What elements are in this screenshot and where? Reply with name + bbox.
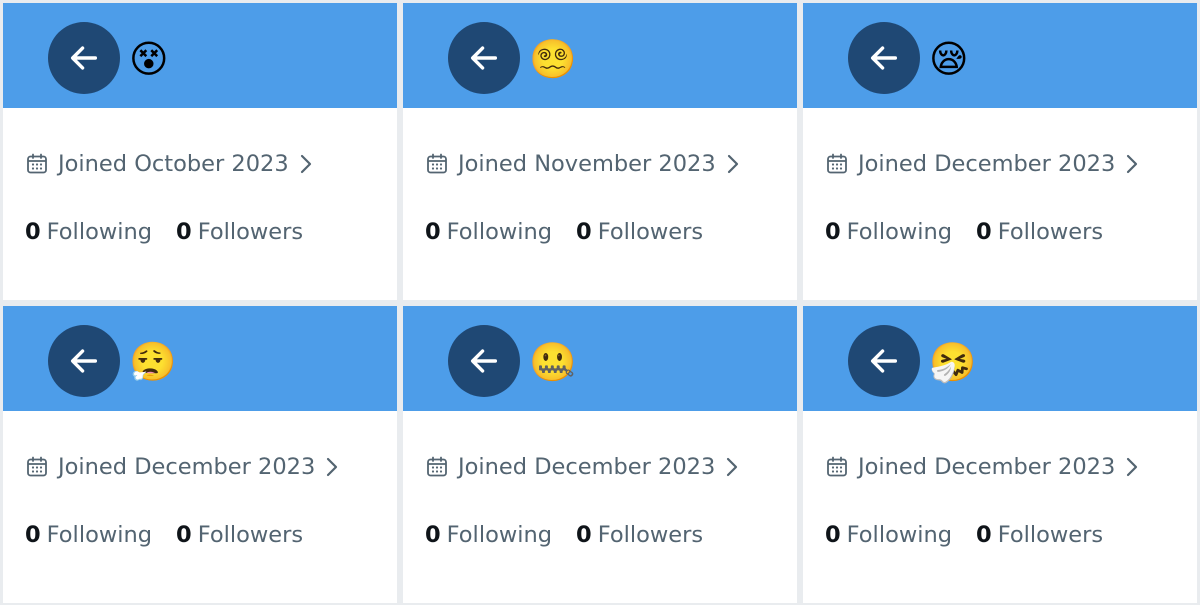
chevron-right-icon [727, 154, 738, 174]
display-name-emoji: 😵 [129, 37, 169, 81]
arrow-left-icon [470, 46, 498, 70]
followers-label: Followers [997, 219, 1104, 245]
followers-link[interactable]: 0 Followers [976, 522, 1103, 548]
followers-count: 0 [976, 219, 992, 245]
joined-date-text: Joined December 2023 [458, 454, 716, 480]
following-count: 0 [825, 219, 841, 245]
back-button[interactable] [448, 325, 520, 397]
follow-stats: 0 Following 0 Followers [425, 219, 703, 245]
joined-date-text: Joined December 2023 [58, 454, 316, 480]
following-link[interactable]: 0 Following [25, 522, 152, 548]
followers-count: 0 [576, 522, 592, 548]
joined-date-text: Joined December 2023 [858, 454, 1116, 480]
joined-date-link[interactable]: Joined December 2023 [825, 454, 1139, 480]
followers-label: Followers [597, 522, 704, 548]
calendar-icon [27, 153, 47, 174]
followers-label: Followers [997, 522, 1104, 548]
followers-count: 0 [976, 522, 992, 548]
followers-label: Followers [597, 219, 704, 245]
following-label: Following [46, 219, 153, 245]
chevron-right-icon [300, 154, 311, 174]
joined-date-text: Joined November 2023 [458, 151, 716, 177]
joined-date-link[interactable]: Joined December 2023 [825, 151, 1139, 177]
arrow-left-icon [870, 46, 898, 70]
profile-card: 😵 Joined October 2023 0 Following 0 Foll… [3, 3, 397, 300]
calendar-icon [27, 456, 47, 477]
profile-card: 🤧 Joined December 2023 0 Following 0 Fol… [803, 306, 1197, 603]
calendar-icon [427, 456, 447, 477]
followers-count: 0 [176, 219, 192, 245]
display-name-emoji: 😪 [929, 37, 969, 81]
following-count: 0 [25, 219, 41, 245]
followers-label: Followers [197, 522, 304, 548]
followers-link[interactable]: 0 Followers [976, 219, 1103, 245]
arrow-left-icon [470, 349, 498, 373]
display-name-emoji: 😵‍💫 [529, 37, 577, 81]
arrow-left-icon [870, 349, 898, 373]
follow-stats: 0 Following 0 Followers [825, 219, 1103, 245]
followers-link[interactable]: 0 Followers [176, 522, 303, 548]
following-label: Following [46, 522, 153, 548]
followers-count: 0 [176, 522, 192, 548]
joined-date-text: Joined October 2023 [58, 151, 289, 177]
joined-date-link[interactable]: Joined December 2023 [425, 454, 739, 480]
followers-count: 0 [576, 219, 592, 245]
following-label: Following [846, 219, 953, 245]
follow-stats: 0 Following 0 Followers [825, 522, 1103, 548]
back-button[interactable] [848, 325, 920, 397]
display-name-emoji: 😮‍💨 [129, 340, 177, 384]
following-label: Following [846, 522, 953, 548]
back-button[interactable] [448, 22, 520, 94]
back-button[interactable] [48, 22, 120, 94]
followers-link[interactable]: 0 Followers [176, 219, 303, 245]
following-label: Following [446, 522, 553, 548]
calendar-icon [427, 153, 447, 174]
following-count: 0 [425, 219, 441, 245]
follow-stats: 0 Following 0 Followers [25, 522, 303, 548]
display-name-emoji: 🤧 [929, 340, 977, 384]
following-link[interactable]: 0 Following [425, 522, 552, 548]
profile-card: 🤐 Joined December 2023 0 Following 0 Fol… [403, 306, 797, 603]
arrow-left-icon [70, 46, 98, 70]
chevron-right-icon [1127, 457, 1138, 477]
followers-link[interactable]: 0 Followers [576, 522, 703, 548]
chevron-right-icon [327, 457, 338, 477]
following-label: Following [446, 219, 553, 245]
following-link[interactable]: 0 Following [425, 219, 552, 245]
screenshot-grid: 😵 Joined October 2023 0 Following 0 Foll… [0, 0, 1200, 605]
display-name-emoji: 🤐 [529, 340, 577, 384]
joined-date-link[interactable]: Joined December 2023 [25, 454, 339, 480]
calendar-icon [827, 456, 847, 477]
chevron-right-icon [1127, 154, 1138, 174]
arrow-left-icon [70, 349, 98, 373]
joined-date-text: Joined December 2023 [858, 151, 1116, 177]
follow-stats: 0 Following 0 Followers [25, 219, 303, 245]
following-count: 0 [25, 522, 41, 548]
chevron-right-icon [727, 457, 738, 477]
back-button[interactable] [48, 325, 120, 397]
profile-card: 😵‍💫 Joined November 2023 0 Following 0 F… [403, 3, 797, 300]
follow-stats: 0 Following 0 Followers [425, 522, 703, 548]
following-count: 0 [425, 522, 441, 548]
profile-card: 😮‍💨 Joined December 2023 0 Following 0 F… [3, 306, 397, 603]
following-count: 0 [825, 522, 841, 548]
joined-date-link[interactable]: Joined October 2023 [25, 151, 313, 177]
followers-link[interactable]: 0 Followers [576, 219, 703, 245]
following-link[interactable]: 0 Following [825, 219, 952, 245]
following-link[interactable]: 0 Following [25, 219, 152, 245]
following-link[interactable]: 0 Following [825, 522, 952, 548]
back-button[interactable] [848, 22, 920, 94]
calendar-icon [827, 153, 847, 174]
profile-card: 😪 Joined December 2023 0 Following 0 Fol… [803, 3, 1197, 300]
joined-date-link[interactable]: Joined November 2023 [425, 151, 740, 177]
followers-label: Followers [197, 219, 304, 245]
